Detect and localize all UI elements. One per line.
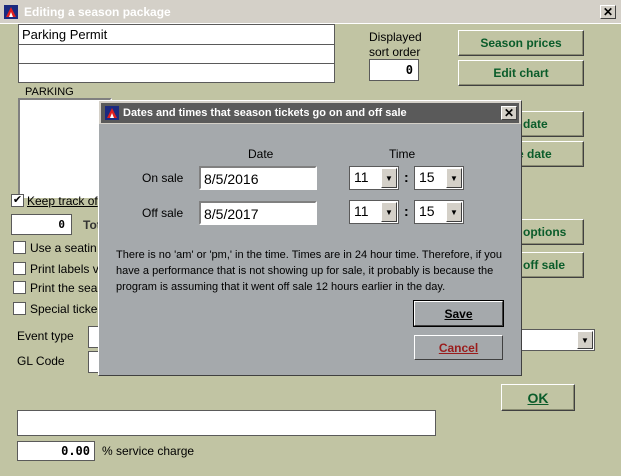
window-titlebar: Editing a season package ✕ [0,0,621,24]
service-charge-value: 0.00 [61,444,90,458]
print-season-checkbox[interactable] [13,281,26,294]
season-prices-button[interactable]: Season prices [458,30,584,56]
dialog-body: Date Time On sale 8/5/2016 11 ▼ : 15 ▼ O… [99,124,521,375]
off-sale-date-field[interactable]: 8/5/2017 [199,201,317,225]
package-line2-field[interactable] [18,44,335,64]
total-value: 0 [58,218,65,231]
use-seating-checkbox[interactable] [13,241,26,254]
chevron-down-icon[interactable]: ▼ [381,168,397,188]
app-logo-icon [4,5,18,19]
on-sale-date-value: 8/5/2016 [204,171,259,187]
package-name-field[interactable]: Parking Permit [18,24,335,45]
on-sale-hour-select[interactable]: 11 ▼ [349,166,399,190]
off-sale-button-label: off sale [523,258,566,272]
keep-track-label: Keep track of [27,194,98,208]
special-tickets-checkbox[interactable] [13,302,26,315]
dialog-titlebar: Dates and times that season tickets go o… [101,103,519,123]
sort-order-label-1: Displayed [369,30,422,44]
package-line3-field[interactable] [18,63,335,83]
cancel-button[interactable]: Cancel [414,335,503,360]
sale-dates-dialog: Dates and times that season tickets go o… [98,100,522,376]
time-note: There is no 'am' or 'pm,' in the time. T… [116,249,503,293]
chevron-down-icon[interactable]: ▼ [446,202,462,222]
off-sale-hour-select[interactable]: 11 ▼ [349,200,399,224]
on-sale-label: On sale [142,171,184,185]
print-labels-checkbox[interactable] [13,262,26,275]
chevron-down-icon[interactable]: ▼ [381,202,397,222]
on-sale-colon: : [404,169,409,185]
use-seating-label: Use a seatin [30,241,97,255]
special-tickets-label: Special ticke [30,302,98,316]
chevron-down-icon[interactable]: ▼ [446,168,462,188]
print-season-label: Print the sea [30,281,98,295]
total-field[interactable]: 0 [11,214,72,235]
sort-order-field[interactable]: 0 [369,59,419,81]
on-sale-minute-select[interactable]: 15 ▼ [414,166,464,190]
print-labels-label: Print labels v [30,262,99,276]
dialog-title: Dates and times that season tickets go o… [123,107,407,119]
description-label: PARKING [25,86,74,98]
time-header: Time [389,147,416,161]
ok-button[interactable]: OK [501,384,575,411]
sort-order-value: 0 [405,63,413,77]
close-icon[interactable]: ✕ [600,5,616,19]
service-charge-label: % service charge [102,444,195,458]
off-sale-date-button-label: e date [517,147,552,161]
date-header: Date [248,147,274,161]
keep-track-checkbox[interactable]: ✔ [11,194,24,207]
dialog-app-icon [105,106,119,120]
on-sale-date-button-label: date [523,117,548,131]
off-sale-label: Off sale [142,206,184,220]
chevron-down-icon[interactable]: ▼ [577,331,593,349]
window-title: Editing a season package [24,5,171,19]
notes-field[interactable] [17,410,436,436]
off-sale-minute-select[interactable]: 15 ▼ [414,200,464,224]
off-sale-hour-value: 11 [354,203,369,219]
event-type-label: Event type [17,329,74,343]
save-button[interactable]: Save [413,300,504,327]
off-sale-colon: : [404,203,409,219]
on-sale-hour-value: 11 [354,169,369,185]
sort-order-label-2: sort order [369,45,421,59]
service-charge-field[interactable]: 0.00 [17,441,95,461]
on-sale-date-field[interactable]: 8/5/2016 [199,166,317,190]
package-name-value: Parking Permit [22,27,108,42]
edit-chart-button[interactable]: Edit chart [458,60,584,86]
options-button-label: options [523,225,567,239]
on-sale-minute-value: 15 [419,169,435,185]
off-sale-minute-value: 15 [419,203,435,219]
off-sale-date-value: 8/5/2017 [204,206,259,222]
gl-code-label: GL Code [17,354,65,368]
dialog-close-icon[interactable]: ✕ [501,106,517,120]
